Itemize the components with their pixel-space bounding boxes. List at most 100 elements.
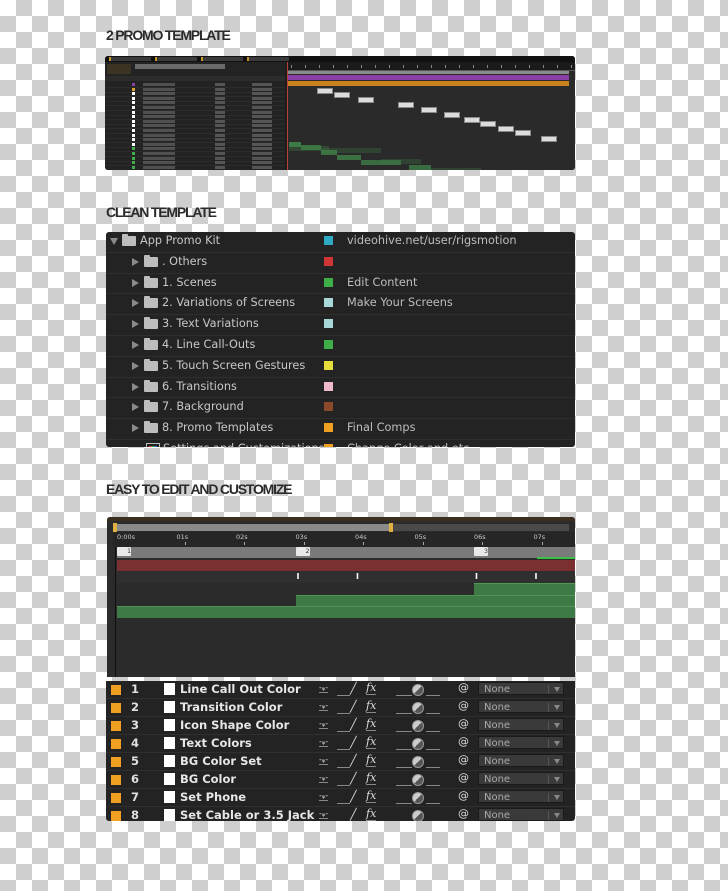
keyframe-icon[interactable]: I xyxy=(475,573,480,581)
tab[interactable] xyxy=(201,57,243,61)
label-color-swatch[interactable] xyxy=(111,703,121,713)
switches[interactable] xyxy=(215,124,225,128)
label-swatch[interactable] xyxy=(132,101,135,105)
tab[interactable] xyxy=(247,57,289,61)
mode-dropdown[interactable] xyxy=(252,92,272,96)
label-color-swatch[interactable] xyxy=(111,739,121,749)
layer-bar[interactable] xyxy=(337,155,361,160)
switches[interactable] xyxy=(215,115,225,119)
keyframe-icon[interactable]: I xyxy=(297,573,302,581)
frame-blend-switch[interactable] xyxy=(396,738,412,750)
adjustment-layer-icon[interactable] xyxy=(412,684,424,696)
label-swatch[interactable] xyxy=(132,115,135,119)
mode-dropdown[interactable] xyxy=(252,156,272,160)
timecode-display[interactable] xyxy=(107,64,131,74)
chevron-down-icon[interactable] xyxy=(554,705,560,710)
label-swatch[interactable] xyxy=(132,87,135,91)
label-color-swatch[interactable] xyxy=(111,775,121,785)
frame-blend-switch[interactable] xyxy=(396,702,412,714)
collapse-switch[interactable] xyxy=(337,774,350,786)
mode-dropdown[interactable] xyxy=(252,161,272,165)
label-color-swatch[interactable] xyxy=(324,360,333,370)
mode-dropdown[interactable] xyxy=(252,124,272,128)
adjustment-layer-icon[interactable] xyxy=(412,810,424,821)
keyframe-icon[interactable]: I xyxy=(535,573,540,581)
label-swatch[interactable] xyxy=(132,152,135,155)
shy-icon[interactable]: -ᵩ- xyxy=(319,809,329,819)
3d-layer-switch[interactable] xyxy=(426,774,440,786)
label-color-swatch[interactable] xyxy=(324,277,333,287)
layer-row[interactable]: 3 Icon Shape Color -ᵩ- ╱ fx @ None xyxy=(106,717,575,735)
shy-icon[interactable]: -ᵩ- xyxy=(319,737,329,747)
mode-dropdown[interactable] xyxy=(252,83,272,86)
shy-icon[interactable]: -ᵩ- xyxy=(319,791,329,801)
mode-dropdown[interactable] xyxy=(252,115,272,119)
project-item[interactable]: App Promo Kit videohive.net/user/rigsmoti… xyxy=(106,232,575,253)
frame-blend-switch[interactable] xyxy=(396,684,412,696)
shy-icon[interactable]: -ᵩ- xyxy=(319,755,329,765)
quality-icon[interactable]: ╱ xyxy=(350,772,357,785)
quality-icon[interactable]: ╱ xyxy=(350,754,357,767)
label-swatch[interactable] xyxy=(132,133,135,137)
label-color-swatch[interactable] xyxy=(111,757,121,767)
project-item[interactable]: 2. Variations of Screens Make Your Screen… xyxy=(106,294,575,316)
3d-layer-switch[interactable] xyxy=(426,756,440,768)
quality-icon[interactable]: ╱ xyxy=(350,790,357,803)
switches[interactable] xyxy=(215,152,225,155)
project-item[interactable]: 3. Text Variations xyxy=(106,315,575,336)
layer-bar[interactable] xyxy=(431,168,481,170)
frame-blend-switch[interactable] xyxy=(396,756,412,768)
pickwhip-icon[interactable]: @ xyxy=(458,789,469,802)
switches[interactable] xyxy=(215,142,225,146)
shy-icon[interactable]: -ᵩ- xyxy=(319,701,329,711)
project-item[interactable]: 6. Transitions xyxy=(106,378,575,399)
fx-icon[interactable]: fx xyxy=(366,735,377,749)
label-color-swatch[interactable] xyxy=(324,339,333,349)
label-swatch[interactable] xyxy=(132,83,135,86)
label-color-swatch[interactable] xyxy=(111,685,121,695)
layer-row[interactable]: 5 BG Color Set -ᵩ- ╱ fx @ None xyxy=(106,753,575,771)
parent-dropdown[interactable]: None xyxy=(478,790,564,803)
label-swatch[interactable] xyxy=(132,124,135,128)
layer-marker[interactable] xyxy=(398,102,414,108)
track-bar[interactable] xyxy=(287,81,569,86)
layer-marker[interactable] xyxy=(317,88,333,94)
fx-icon[interactable]: fx xyxy=(366,807,377,821)
mode-dropdown[interactable] xyxy=(252,119,272,123)
search-input[interactable] xyxy=(135,64,225,69)
expand-right-icon[interactable] xyxy=(132,382,139,391)
shy-icon[interactable]: -ᵩ- xyxy=(319,683,329,693)
switches[interactable] xyxy=(215,96,225,100)
switches[interactable] xyxy=(215,101,225,105)
expand-right-icon[interactable] xyxy=(132,361,139,370)
quality-icon[interactable]: ╱ xyxy=(350,700,357,713)
label-color-swatch[interactable] xyxy=(324,298,333,308)
layer-marker[interactable] xyxy=(421,107,437,113)
layer-name[interactable]: Line Call Out Color xyxy=(180,682,301,696)
layer-bar[interactable] xyxy=(381,159,421,164)
switches[interactable] xyxy=(215,106,225,109)
time-ruler[interactable] xyxy=(287,62,575,71)
3d-layer-switch[interactable] xyxy=(426,720,440,732)
shy-icon[interactable]: -ᵩ- xyxy=(319,719,329,729)
layer-bar[interactable] xyxy=(321,148,381,153)
expand-right-icon[interactable] xyxy=(132,340,139,349)
mode-dropdown[interactable] xyxy=(252,101,272,105)
parent-dropdown[interactable]: None xyxy=(478,718,564,731)
pickwhip-icon[interactable]: @ xyxy=(458,771,469,784)
mode-dropdown[interactable] xyxy=(252,110,272,114)
layer-name[interactable]: Transition Color xyxy=(180,700,282,714)
layer-bar-green[interactable] xyxy=(474,583,575,595)
parent-dropdown[interactable]: None xyxy=(478,736,564,749)
layer-row[interactable]: 8 Set Cable or 3.5 Jack -ᵩ- ╱ fx @ None xyxy=(106,807,575,821)
fx-icon[interactable]: fx xyxy=(366,699,377,713)
quality-icon[interactable]: ╱ xyxy=(350,736,357,749)
keyframe-icon[interactable]: I xyxy=(356,573,361,581)
mode-dropdown[interactable] xyxy=(252,133,272,137)
mode-dropdown[interactable] xyxy=(252,142,272,146)
frame-blend-switch[interactable] xyxy=(396,774,412,786)
label-swatch[interactable] xyxy=(132,161,135,165)
layer-name[interactable]: Set Phone xyxy=(180,790,246,804)
mode-dropdown[interactable] xyxy=(252,129,272,132)
layer-marker[interactable] xyxy=(480,121,496,127)
